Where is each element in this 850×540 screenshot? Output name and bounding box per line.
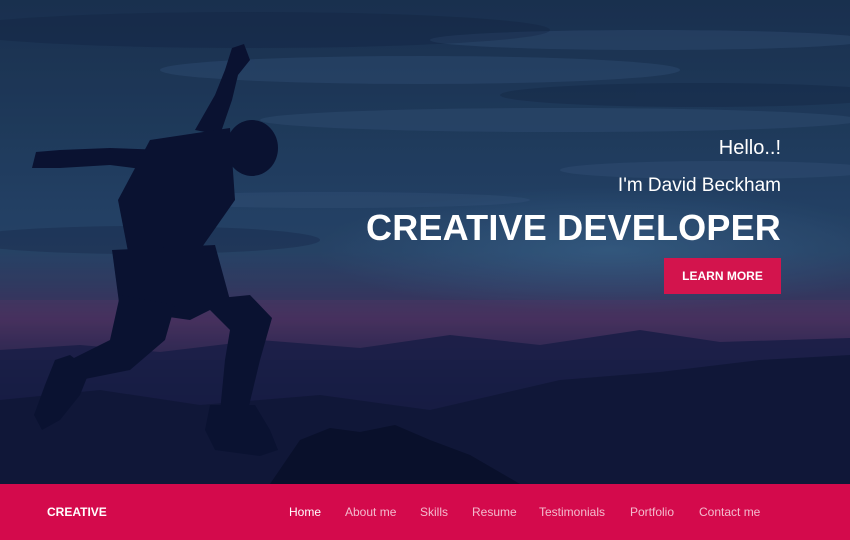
hero-name: I'm David Beckham <box>617 175 781 196</box>
hero-greeting: Hello..! <box>718 137 781 159</box>
nav-link-skills[interactable]: Skills <box>420 505 448 519</box>
hero-headline: CREATIVE DEVELOPER <box>366 207 781 248</box>
main-navbar: CREATIVE Home About me Skills Resume Tes… <box>0 484 850 540</box>
nav-link-testimonials[interactable]: Testimonials <box>539 505 605 519</box>
nav-link-portfolio[interactable]: Portfolio <box>630 505 674 519</box>
nav-link-about-me[interactable]: About me <box>345 505 396 519</box>
learn-more-button[interactable]: LEARN MORE <box>664 258 781 294</box>
nav-link-home[interactable]: Home <box>289 505 321 519</box>
nav-link-resume[interactable]: Resume <box>472 505 517 519</box>
nav-link-contact-me[interactable]: Contact me <box>699 505 760 519</box>
hero-section: Hello..! I'm David Beckham CREATIVE DEVE… <box>0 0 850 484</box>
nav-menu: Home About me Skills Resume Testimonials… <box>0 505 850 521</box>
